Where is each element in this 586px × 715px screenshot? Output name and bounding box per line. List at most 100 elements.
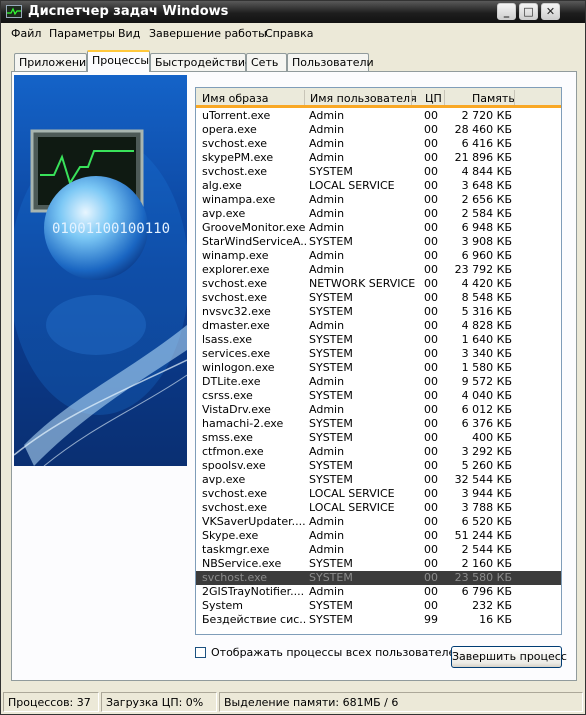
table-row[interactable]: csrss.exe SYSTEM 00 4 040 КБ: [196, 389, 561, 403]
column-user-name[interactable]: Имя пользователя: [310, 92, 417, 105]
process-memory-cell: 6 796 КБ: [461, 585, 512, 598]
process-memory-cell: 2 544 КБ: [461, 543, 512, 556]
table-row[interactable]: hamachi-2.exe SYSTEM 00 6 376 КБ: [196, 417, 561, 431]
process-user-cell: Admin: [309, 543, 345, 556]
table-row[interactable]: smss.exe SYSTEM 00 400 КБ: [196, 431, 561, 445]
table-row[interactable]: opera.exe Admin 00 28 460 КБ: [196, 123, 561, 137]
menu-shutdown[interactable]: Завершение работы: [149, 27, 267, 40]
status-cpu-usage: Загрузка ЦП: 0%: [101, 692, 217, 712]
menu-file[interactable]: Файл: [11, 27, 41, 40]
table-row[interactable]: svchost.exe NETWORK SERVICE 00 4 420 КБ: [196, 277, 561, 291]
window-title: Диспетчер задач Windows: [28, 4, 229, 19]
table-row[interactable]: 2GISTrayNotifier.... Admin 00 6 796 КБ: [196, 585, 561, 599]
column-divider[interactable]: [411, 90, 412, 105]
process-user-cell: Admin: [309, 445, 345, 458]
process-user-cell: Admin: [309, 375, 345, 388]
table-row[interactable]: Skype.exe Admin 00 51 244 КБ: [196, 529, 561, 543]
table-row[interactable]: lsass.exe SYSTEM 00 1 640 КБ: [196, 333, 561, 347]
process-memory-cell: 6 960 КБ: [461, 249, 512, 262]
table-row[interactable]: svchost.exe SYSTEM 00 23 580 КБ: [196, 571, 561, 585]
table-row[interactable]: taskmgr.exe Admin 00 2 544 КБ: [196, 543, 561, 557]
tab-applications[interactable]: Приложения: [14, 53, 93, 71]
tab-performance[interactable]: Быстродействие: [150, 53, 252, 71]
title-bar[interactable]: Диспетчер задач Windows _ □ ✕: [1, 1, 585, 23]
process-name-cell: VKSaverUpdater....: [202, 515, 306, 528]
table-row[interactable]: nvsvc32.exe SYSTEM 00 5 316 КБ: [196, 305, 561, 319]
process-user-cell: Admin: [309, 207, 345, 220]
process-memory-cell: 3 648 КБ: [461, 179, 512, 192]
status-process-count: Процессов: 37: [3, 692, 99, 712]
tab-processes[interactable]: Процессы: [87, 50, 150, 72]
process-memory-cell: 2 160 КБ: [461, 557, 512, 570]
table-row[interactable]: VKSaverUpdater.... Admin 00 6 520 КБ: [196, 515, 561, 529]
process-name-cell: ctfmon.exe: [202, 445, 264, 458]
table-row[interactable]: uTorrent.exe Admin 00 2 720 КБ: [196, 109, 561, 123]
table-row[interactable]: svchost.exe LOCAL SERVICE 00 3 788 КБ: [196, 501, 561, 515]
globe-monitor-artwork: 01001100100110: [14, 75, 187, 466]
column-divider[interactable]: [304, 90, 305, 105]
menu-options[interactable]: Параметры: [49, 27, 115, 40]
process-memory-cell: 6 012 КБ: [461, 403, 512, 416]
close-button[interactable]: ✕: [541, 3, 560, 20]
table-row[interactable]: StarWindServiceA... SYSTEM 00 3 908 КБ: [196, 235, 561, 249]
table-row[interactable]: winampa.exe Admin 00 2 656 КБ: [196, 193, 561, 207]
maximize-button[interactable]: □: [519, 3, 538, 20]
process-name-cell: avp.exe: [202, 207, 246, 220]
table-row[interactable]: svchost.exe Admin 00 6 416 КБ: [196, 137, 561, 151]
column-divider[interactable]: [444, 90, 445, 105]
table-row[interactable]: GrooveMonitor.exe Admin 00 6 948 КБ: [196, 221, 561, 235]
process-memory-cell: 3 908 КБ: [461, 235, 512, 248]
process-memory-cell: 5 316 КБ: [461, 305, 512, 318]
table-row[interactable]: svchost.exe LOCAL SERVICE 00 3 944 КБ: [196, 487, 561, 501]
table-row[interactable]: alg.exe LOCAL SERVICE 00 3 648 КБ: [196, 179, 561, 193]
process-memory-cell: 9 572 КБ: [461, 375, 512, 388]
process-user-cell: Admin: [309, 515, 345, 528]
menu-help[interactable]: Справка: [265, 27, 313, 40]
menu-view[interactable]: Вид: [118, 27, 140, 40]
process-user-cell: Admin: [309, 319, 345, 332]
process-user-cell: Admin: [309, 137, 345, 150]
tab-users[interactable]: Пользователи: [287, 53, 374, 71]
table-row[interactable]: explorer.exe Admin 00 23 792 КБ: [196, 263, 561, 277]
table-row[interactable]: svchost.exe SYSTEM 00 4 844 КБ: [196, 165, 561, 179]
process-user-cell: SYSTEM: [309, 417, 353, 430]
table-row[interactable]: DTLite.exe Admin 00 9 572 КБ: [196, 375, 561, 389]
table-row[interactable]: Бездействие сис... SYSTEM 99 16 КБ: [196, 613, 561, 627]
process-name-cell: svchost.exe: [202, 137, 268, 150]
process-name-cell: svchost.exe: [202, 291, 268, 304]
process-user-cell: SYSTEM: [309, 333, 353, 346]
menu-bar: Файл Параметры Вид Завершение работы Спр…: [1, 24, 585, 44]
table-row[interactable]: dmaster.exe Admin 00 4 828 КБ: [196, 319, 561, 333]
show-all-checkbox[interactable]: [195, 647, 206, 658]
table-row[interactable]: spoolsv.exe SYSTEM 00 5 260 КБ: [196, 459, 561, 473]
table-row[interactable]: ctfmon.exe Admin 00 3 292 КБ: [196, 445, 561, 459]
status-bar: Процессов: 37 Загрузка ЦП: 0% Выделение …: [1, 690, 585, 714]
process-user-cell: NETWORK SERVICE: [309, 277, 416, 290]
table-row[interactable]: winamp.exe Admin 00 6 960 КБ: [196, 249, 561, 263]
table-row[interactable]: winlogon.exe SYSTEM 00 1 580 КБ: [196, 361, 561, 375]
process-memory-cell: 1 580 КБ: [461, 361, 512, 374]
process-list[interactable]: Имя образа Имя пользователя ЦП Память uT…: [195, 87, 562, 635]
process-name-cell: svchost.exe: [202, 501, 268, 514]
column-cpu[interactable]: ЦП: [425, 92, 442, 105]
table-row[interactable]: skypePM.exe Admin 00 21 896 КБ: [196, 151, 561, 165]
table-row[interactable]: avp.exe SYSTEM 00 32 544 КБ: [196, 473, 561, 487]
column-divider[interactable]: [514, 90, 515, 105]
table-row[interactable]: services.exe SYSTEM 00 3 340 КБ: [196, 347, 561, 361]
table-row[interactable]: svchost.exe SYSTEM 00 8 548 КБ: [196, 291, 561, 305]
table-row[interactable]: NBService.exe SYSTEM 00 2 160 КБ: [196, 557, 561, 571]
process-user-cell: Admin: [309, 249, 345, 262]
column-image-name[interactable]: Имя образа: [202, 92, 268, 105]
process-name-cell: winampa.exe: [202, 193, 276, 206]
process-name-cell: Skype.exe: [202, 529, 259, 542]
tab-network[interactable]: Сеть: [246, 53, 287, 71]
process-name-cell: StarWindServiceA...: [202, 235, 306, 248]
table-row[interactable]: VistaDrv.exe Admin 00 6 012 КБ: [196, 403, 561, 417]
process-user-cell: SYSTEM: [309, 347, 353, 360]
end-process-button[interactable]: Завершить процесс: [451, 646, 567, 668]
table-row[interactable]: System SYSTEM 00 232 КБ: [196, 599, 561, 613]
process-user-cell: Admin: [309, 123, 345, 136]
column-memory[interactable]: Память: [472, 92, 515, 105]
table-row[interactable]: avp.exe Admin 00 2 584 КБ: [196, 207, 561, 221]
minimize-button[interactable]: _: [497, 3, 516, 20]
